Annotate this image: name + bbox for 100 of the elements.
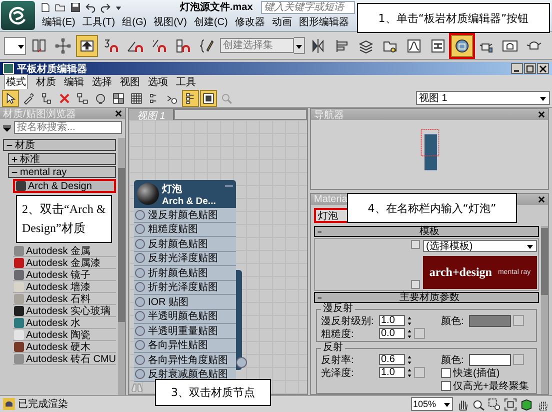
save-icon[interactable] <box>70 2 81 12</box>
number-field[interactable]: 1.0 <box>379 315 405 326</box>
toolbar-button[interactable] <box>76 34 98 56</box>
material-item[interactable]: Autodesk 水 <box>13 317 116 329</box>
material-item[interactable]: Autodesk 硬木 <box>13 341 116 353</box>
material-item[interactable]: Autodesk 实心玻璃 <box>13 305 116 317</box>
color-swatch[interactable] <box>469 314 511 326</box>
close-button[interactable] <box>537 63 549 74</box>
frame-icon[interactable] <box>504 398 517 410</box>
options-arrow-icon[interactable] <box>3 124 11 132</box>
menu-item[interactable]: 工具 <box>176 75 196 89</box>
spinner-arrows-icon[interactable] <box>407 368 412 378</box>
spinner-arrows-icon[interactable] <box>407 354 412 364</box>
name-field[interactable]: 灯泡 <box>314 208 350 223</box>
zoom-icon[interactable] <box>472 398 485 410</box>
close-icon[interactable] <box>538 111 545 118</box>
template-dropdown[interactable]: (选择模板) <box>423 240 537 252</box>
map-slot[interactable]: 粗糙度贴图 <box>134 222 236 237</box>
menu-item[interactable]: 视图(V) <box>154 14 187 28</box>
menu-item[interactable]: 创建(C) <box>194 14 228 28</box>
minimize-button[interactable] <box>511 63 523 74</box>
map-slot[interactable]: 反射光泽度贴图 <box>134 252 236 266</box>
cube-icon[interactable] <box>520 398 533 410</box>
material-item[interactable]: Autodesk 金属漆 <box>13 257 116 269</box>
map-slot[interactable]: 漫反射颜色贴图 <box>134 208 236 222</box>
zoom-region-icon[interactable] <box>488 398 501 410</box>
minimize-icon[interactable] <box>225 184 233 188</box>
input-socket-icon[interactable] <box>135 296 145 307</box>
menu-item[interactable]: 工具(T) <box>82 14 116 28</box>
scrollbar[interactable] <box>541 226 548 394</box>
input-socket-icon[interactable] <box>135 369 145 380</box>
dropdown-button[interactable] <box>294 37 305 54</box>
category-header[interactable]: mental ray <box>8 166 116 178</box>
close-icon[interactable] <box>115 110 122 117</box>
scroll-thumb[interactable] <box>118 168 125 322</box>
material-item[interactable]: Autodesk 墙漆 <box>13 281 116 293</box>
input-socket-icon[interactable] <box>135 253 145 264</box>
input-socket-icon[interactable] <box>135 354 145 365</box>
color-swatch[interactable] <box>469 354 511 366</box>
number-field[interactable]: 0.6 <box>379 354 405 365</box>
material-item[interactable]: Autodesk 石料 <box>13 293 116 305</box>
selection-set-field[interactable]: 创建选择集 <box>220 38 294 53</box>
redo-icon[interactable] <box>100 2 111 12</box>
open-folder-icon[interactable] <box>55 2 66 12</box>
category-header[interactable]: 材质 <box>3 139 116 151</box>
dropdown[interactable] <box>4 36 26 54</box>
input-socket-icon[interactable] <box>135 282 145 292</box>
input-socket-icon[interactable] <box>135 210 145 220</box>
number-field[interactable]: 0.0 <box>379 328 405 339</box>
map-slot[interactable]: 折射光泽度贴图 <box>134 280 236 295</box>
spinner-arrows-icon[interactable] <box>407 328 412 338</box>
checkbox[interactable] <box>441 368 451 378</box>
output-socket-icon[interactable] <box>236 357 247 368</box>
input-socket-icon[interactable] <box>135 311 145 322</box>
toolbar-button[interactable] <box>451 34 473 56</box>
input-socket-icon[interactable] <box>135 340 145 350</box>
new-file-icon[interactable] <box>40 2 51 12</box>
menu-item[interactable]: 编辑 <box>64 75 84 89</box>
maximize-button[interactable] <box>524 63 536 74</box>
material-item[interactable]: Arch & Design <box>13 179 116 193</box>
category-header[interactable]: 标准 <box>8 153 116 165</box>
zoom-dropdown[interactable]: 105% <box>411 397 453 411</box>
scroll-thumb[interactable] <box>541 228 548 296</box>
input-socket-icon[interactable] <box>135 268 145 278</box>
map-slot[interactable]: 反射颜色贴图 <box>134 237 236 252</box>
menu-item[interactable]: 编辑(E) <box>42 14 76 28</box>
map-slot[interactable]: 折射颜色贴图 <box>134 266 236 280</box>
map-slot[interactable]: 半透明重量贴图 <box>134 324 236 338</box>
undo-icon[interactable] <box>85 2 96 12</box>
toolbar-button[interactable] <box>182 90 199 106</box>
menu-item[interactable]: 动画 <box>272 14 292 28</box>
map-slot[interactable]: 各向异性角度贴图 <box>134 353 236 368</box>
material-item[interactable]: Autodesk 陶瓷 <box>13 329 116 341</box>
app-logo-icon[interactable] <box>1 1 35 30</box>
dropdown-arrow-icon[interactable] <box>115 4 122 10</box>
toolbar-button[interactable] <box>200 90 217 106</box>
spinner-arrows-icon[interactable] <box>407 316 412 326</box>
menu-item[interactable]: 组(G) <box>122 14 147 28</box>
material-node[interactable]: 灯泡 Arch & De... 漫反射颜色贴图 粗糙度贴图 反射颜色贴图 反射光泽度贴图 折射颜色贴图 折射光泽度贴图 IOR 贴图 半透明颜色贴图 半透明重量贴图 各向异性贴图 各向异性角度贴图 反射衰减颜色贴图 <box>134 180 236 382</box>
number-field[interactable]: 1.0 <box>379 367 405 378</box>
menu-item[interactable]: 视图 <box>120 75 140 89</box>
scroll-up-icon[interactable] <box>411 240 420 249</box>
scroll-down-icon[interactable] <box>411 280 420 289</box>
map-slot[interactable]: 各向异性贴图 <box>134 338 236 353</box>
search-field[interactable]: 按名称搜索... <box>14 121 122 134</box>
input-socket-icon[interactable] <box>135 224 145 234</box>
toolbar-button[interactable] <box>2 90 19 106</box>
map-slot[interactable]: 半透明颜色贴图 <box>134 310 236 324</box>
material-item[interactable]: Autodesk 镜子 <box>13 269 116 281</box>
close-icon[interactable] <box>538 196 545 203</box>
material-item[interactable]: Autodesk 金属 <box>13 245 116 257</box>
input-socket-icon[interactable] <box>135 326 145 336</box>
map-slot[interactable]: IOR 贴图 <box>134 295 236 310</box>
menu-item[interactable]: 选择 <box>92 75 112 89</box>
menu-item[interactable]: 图形编辑器 <box>298 14 349 28</box>
view-dropdown[interactable]: 视图 1 <box>416 91 550 105</box>
input-socket-icon[interactable] <box>135 238 145 249</box>
material-item[interactable]: Autodesk 砖石 CMU <box>13 353 116 365</box>
menu-item[interactable]: 选项 <box>148 75 168 89</box>
menu-item[interactable]: 材质 <box>36 75 56 89</box>
